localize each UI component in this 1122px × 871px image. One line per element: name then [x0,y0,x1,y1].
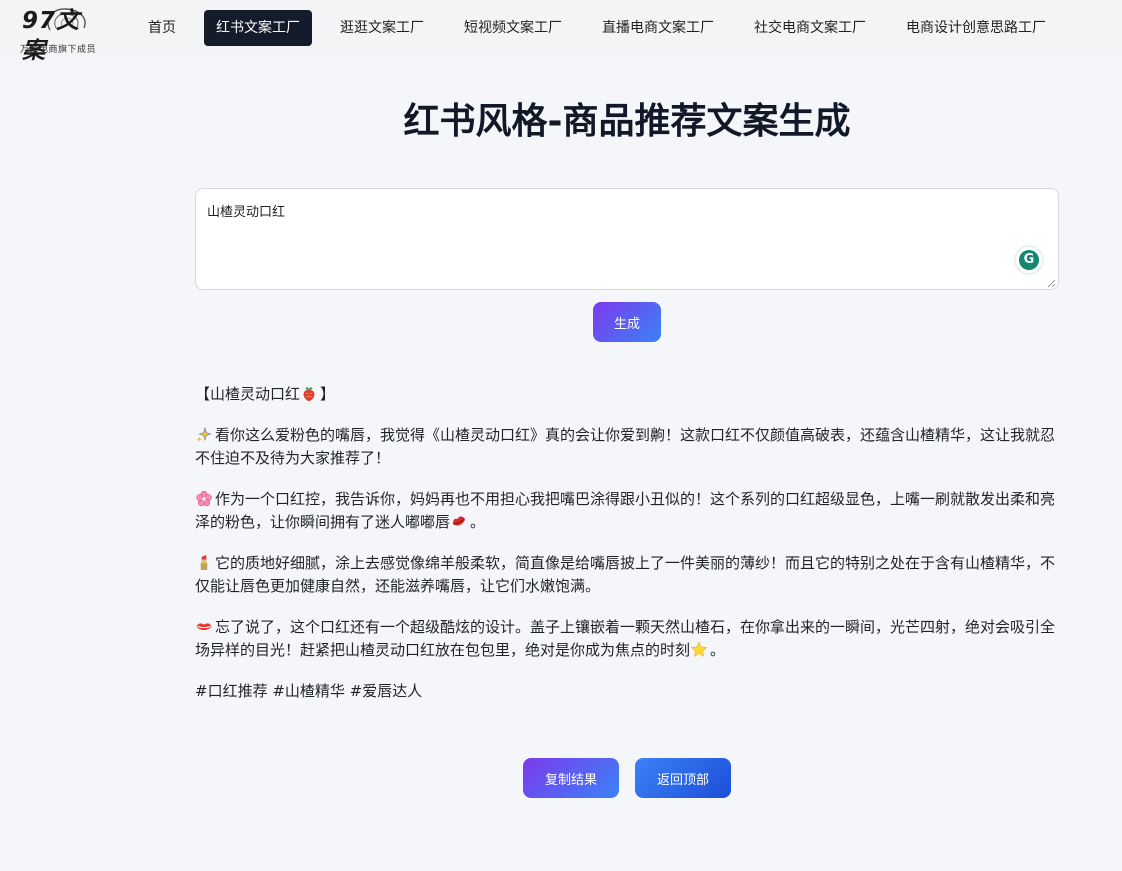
result-heading-close: 】 [320,385,336,403]
nav-item-short-video[interactable]: 短视频文案工厂 [452,10,574,46]
page-title: 红书风格-商品推荐文案生成 [403,101,851,142]
nav-item-social-commerce[interactable]: 社交电商文案工厂 [742,10,878,46]
lipstick-icon [200,554,208,571]
result-paragraph-4-end: 。 [710,641,726,659]
star-icon [690,641,708,657]
nav-item-design-ideas[interactable]: 电商设计创意思路工厂 [894,10,1058,46]
result-paragraph-2: 作为一个口红控，我告诉你，妈妈再也不用担心我把嘴巴涂得跟小丑似的！这个系列的口红… [195,488,1057,534]
sparkles-icon [196,426,212,443]
nav-item-hongshu[interactable]: 红书文案工厂 [204,10,312,46]
result-panel: 【山楂灵动口红 】 看你这么爱粉色的嘴唇，我觉得《山楂灵动口红》真的会让你爱到齁… [195,383,1057,721]
result-paragraph-1-text: 看你这么爱粉色的嘴唇，我觉得《山楂灵动口红》真的会让你爱到齁！这款口红不仅颜值高… [195,426,1056,467]
nav-item-live-commerce[interactable]: 直播电商文案工厂 [590,10,726,46]
copy-result-button[interactable]: 复制结果 [523,758,619,798]
product-input[interactable]: 山楂灵动口红 [195,188,1059,290]
result-heading-text: 【山楂灵动口红 [195,385,301,403]
grammarly-g-icon: G [1019,250,1039,270]
generate-button[interactable]: 生成 [593,302,661,342]
strawberry-icon [303,386,315,402]
result-paragraph-2-end: 。 [470,513,486,531]
result-paragraph-4-text: 忘了说了，这个口红还有一个超级酷炫的设计。盖子上镶嵌着一颗天然山楂石，在你拿出来… [195,618,1056,659]
result-paragraph-1: 看你这么爱粉色的嘴唇，我觉得《山楂灵动口红》真的会让你爱到齁！这款口红不仅颜值高… [195,424,1057,470]
cherry-blossom-icon [196,490,212,507]
grammarly-icon[interactable]: G [1016,247,1042,273]
result-heading: 【山楂灵动口红 】 [195,383,1057,406]
resize-grip-icon[interactable] [1046,278,1056,288]
kiss-lips-icon [453,516,466,526]
back-to-top-button[interactable]: 返回顶部 [635,758,731,798]
nav-item-guangguang[interactable]: 逛逛文案工厂 [328,10,436,46]
logo-tagline: 万象电商旗下成员 [20,45,97,55]
result-paragraph-4: 忘了说了，这个口红还有一个超级酷炫的设计。盖子上镶嵌着一颗天然山楂石，在你拿出来… [195,616,1057,662]
nav-item-home[interactable]: 首页 [136,10,188,46]
result-paragraph-3: 它的质地好细腻，涂上去感觉像绵羊般柔软，简直像是给嘴唇披上了一件美丽的薄纱！而且… [195,552,1057,598]
lips-icon [196,623,212,631]
logo-brand: 97文案 [22,8,81,64]
result-paragraph-2-text: 作为一个口红控，我告诉你，妈妈再也不用担心我把嘴巴涂得跟小丑似的！这个系列的口红… [195,490,1056,531]
result-paragraph-3-text: 它的质地好细腻，涂上去感觉像绵羊般柔软，简直像是给嘴唇披上了一件美丽的薄纱！而且… [195,554,1056,595]
logo[interactable]: 97文案 万象电商旗下成员 [18,4,102,64]
result-tags: #口红推荐 #山楂精华 #爱唇达人 [195,682,423,700]
top-nav: 97文案 万象电商旗下成员 首页 红书文案工厂 逛逛文案工厂 短视频文案工厂 直… [0,0,1122,64]
